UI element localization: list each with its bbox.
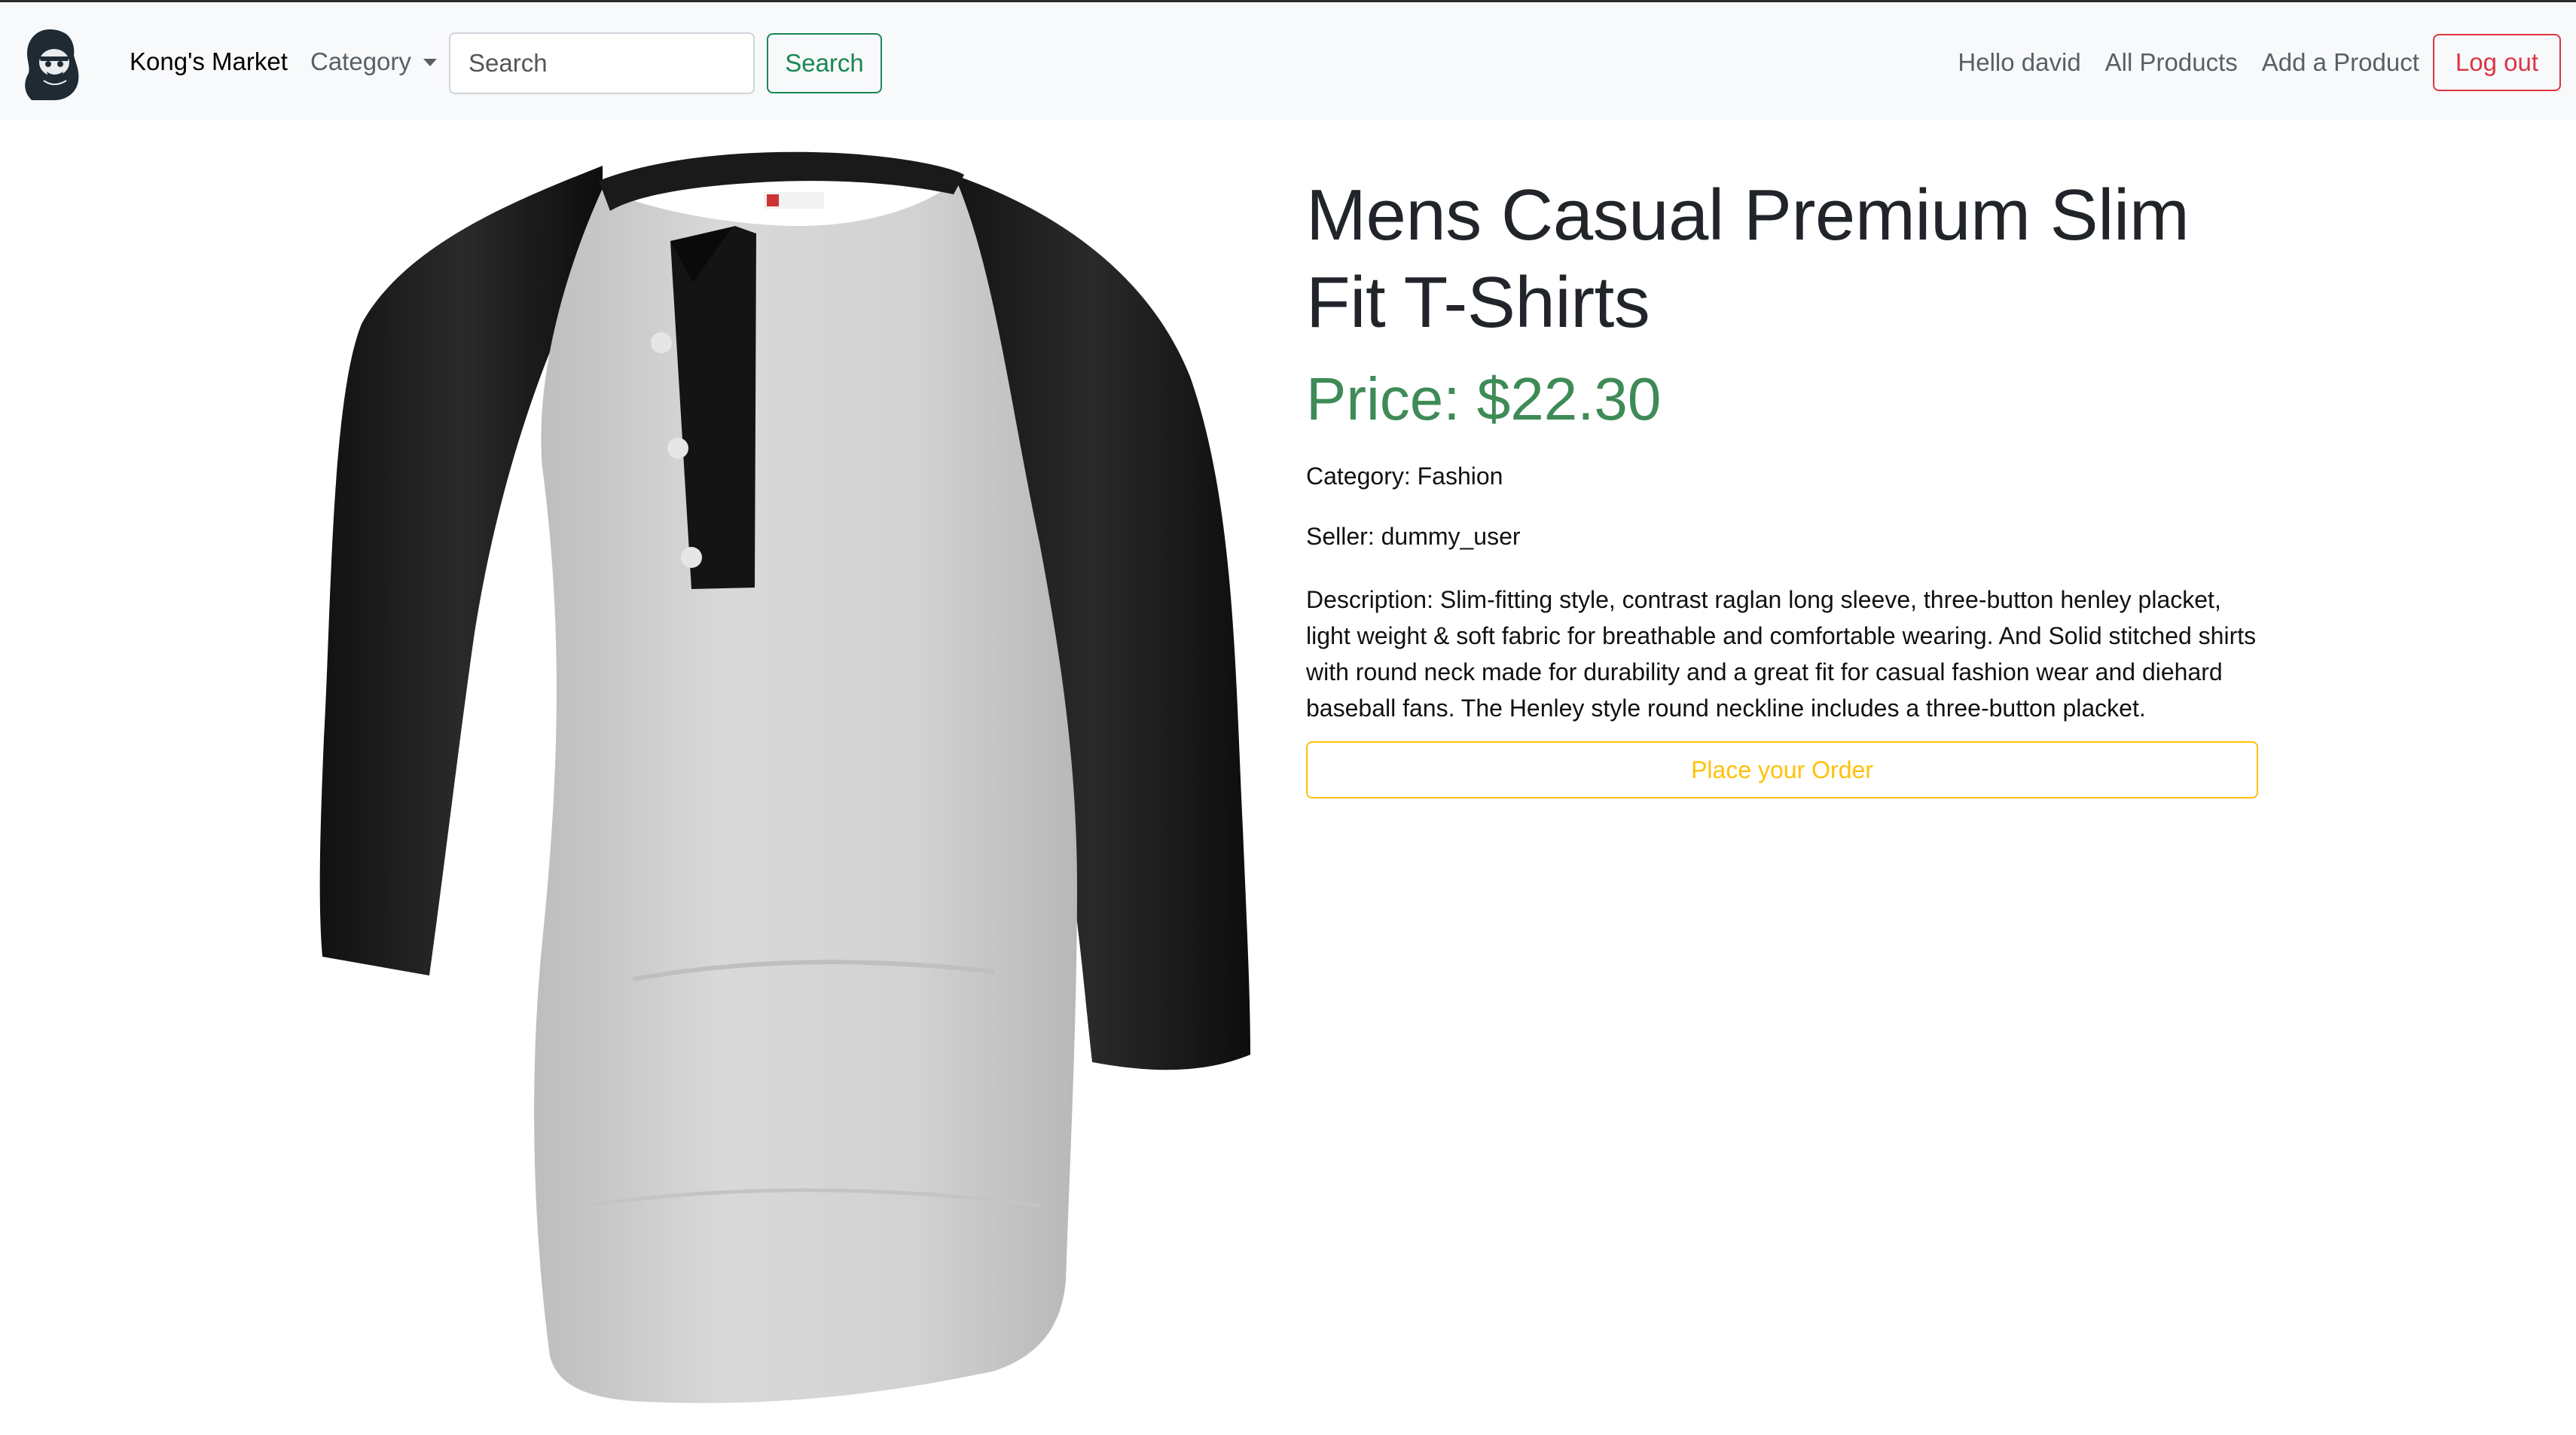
nav-right-group: Hello david All Products Add a Product L… [1958,32,2561,93]
user-greeting: Hello david [1958,48,2081,76]
navbar: Kong's Market Category Search Hello davi… [0,0,2576,121]
product-details: Mens Casual Premium Slim Fit T-Shirts Pr… [1306,172,2260,798]
product-category: Category: Fashion [1306,463,1503,490]
product-image [316,151,1265,1431]
caret-down-icon [423,59,437,66]
place-order-button[interactable]: Place your Order [1306,741,2258,798]
product-title: Mens Casual Premium Slim Fit T-Shirts [1306,175,2190,343]
gorilla-logo-icon[interactable] [21,28,81,102]
all-products-link[interactable]: All Products [2105,48,2238,77]
category-dropdown[interactable]: Category [310,47,437,76]
product-price: Price: $22.30 [1306,365,1662,432]
product-seller: Seller: dummy_user [1306,523,1521,550]
product-description: Description: Slim-fitting style, contras… [1306,586,2257,722]
add-product-link[interactable]: Add a Product [2262,48,2419,77]
brand-name[interactable]: Kong's Market [130,47,288,76]
logout-button[interactable]: Log out [2432,34,2561,91]
search-input[interactable] [449,32,755,94]
search-button[interactable]: Search [767,33,882,93]
category-dropdown-label: Category [310,47,411,75]
